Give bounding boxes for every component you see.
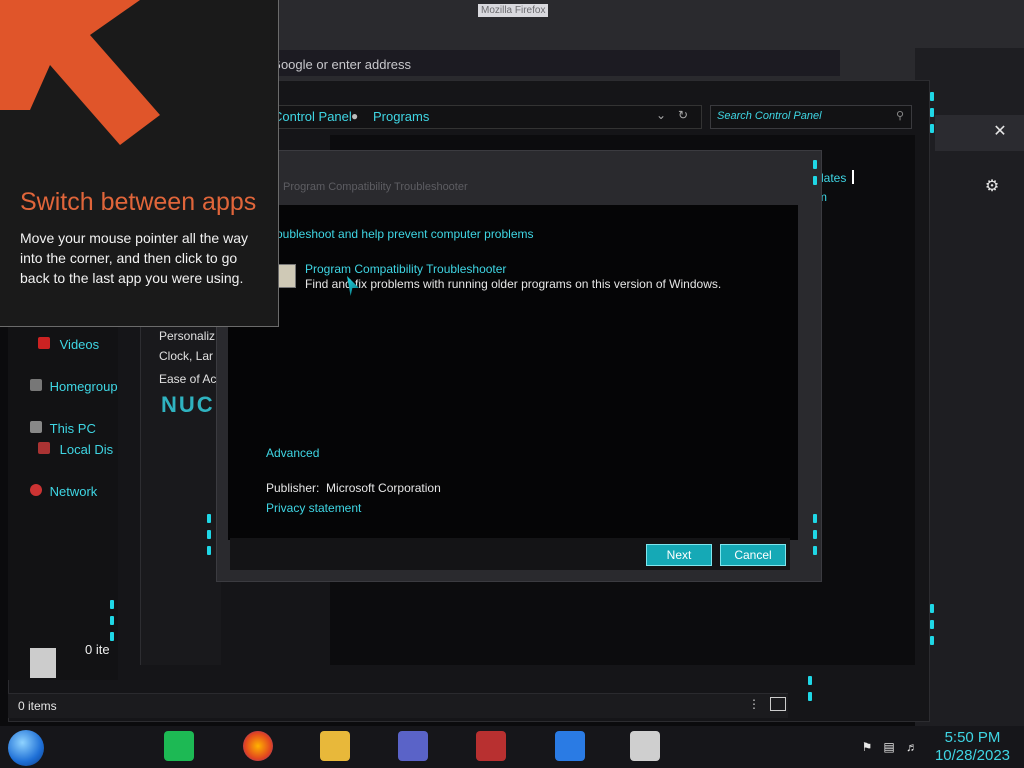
corner-arrow-icon [0, 0, 160, 145]
nav-label-network: Network [49, 484, 98, 499]
dialog-title: Program Compatibility Troubleshooter [283, 181, 468, 193]
neon-accent [813, 160, 817, 169]
nav-item-this-pc[interactable]: This PC [30, 421, 96, 436]
firefox-title: Mozilla Firefox [478, 4, 549, 17]
address-bar-placeholder: n Google or enter address [260, 57, 412, 72]
large-icons-view-icon[interactable] [770, 697, 786, 711]
clock-date[interactable]: 10/28/2023 [925, 747, 1020, 764]
breadcrumb-control-panel[interactable]: Control Panel [273, 109, 352, 124]
neon-accent [207, 530, 211, 539]
drive-icon [38, 442, 50, 454]
neon-accent [110, 616, 114, 625]
nav-item-network[interactable]: Network [30, 484, 97, 499]
category-pane: Personaliz Clock, Lar Ease of Ac NUC [140, 310, 221, 665]
spotify-icon[interactable] [164, 731, 194, 761]
firefox-icon[interactable] [243, 731, 273, 761]
neon-accent [930, 92, 934, 101]
item-count-partial: 0 ite [85, 642, 110, 657]
video-icon [38, 337, 50, 349]
neon-accent [207, 514, 211, 523]
file-explorer-icon[interactable] [320, 731, 350, 761]
neon-accent [813, 530, 817, 539]
troubleshooter-description: Find and fix problems with running older… [305, 277, 722, 291]
breadcrumb-separator-icon: ● [351, 109, 359, 123]
privacy-statement-link[interactable]: Privacy statement [266, 501, 361, 515]
network-icon [30, 484, 42, 496]
status-bar: 0 items ⋮ [8, 693, 788, 718]
computer-icon [30, 421, 42, 433]
publisher-label: Publisher: [266, 481, 320, 495]
tip-title: Switch between apps [20, 188, 257, 216]
dialog-heading: roubleshoot and help prevent computer pr… [272, 227, 534, 241]
troubleshooter-link[interactable]: Program Compatibility Troubleshooter [305, 262, 506, 276]
category-clock[interactable]: Clock, Lar [159, 349, 213, 363]
settings-gear-icon[interactable]: ⚙ [981, 176, 1003, 198]
neon-accent [930, 620, 934, 629]
neon-accent [808, 676, 812, 685]
close-icon[interactable]: ✕ [989, 121, 1011, 143]
nav-label-homegroup: Homegroup [49, 379, 118, 394]
address-breadcrumb[interactable]: Control Panel ● Programs ⌄ ↻ [230, 105, 702, 129]
neon-accent [813, 176, 817, 185]
category-personalization[interactable]: Personaliz [159, 329, 215, 343]
publisher-value: Microsoft Corporation [326, 481, 441, 495]
neon-accent [813, 546, 817, 555]
troubleshooter-icon [278, 264, 296, 288]
neon-accent [930, 108, 934, 117]
search-input[interactable]: Search Control Panel ⚲ [710, 105, 912, 129]
tip-body: Move your mouse pointer all the way into… [20, 230, 248, 286]
nav-item-homegroup[interactable]: Homegroup [30, 379, 118, 394]
breadcrumb-programs[interactable]: Programs [373, 109, 429, 124]
app-icon[interactable] [476, 731, 506, 761]
homegroup-icon [30, 379, 42, 391]
nav-item-local-disk[interactable]: Local Dis [38, 442, 113, 457]
search-placeholder: Search Control Panel [717, 110, 822, 122]
advanced-link[interactable]: Advanced [266, 446, 319, 460]
control-panel-icon[interactable] [398, 731, 428, 761]
refresh-icon[interactable]: ↻ [678, 108, 688, 122]
nav-item-videos[interactable]: Videos [38, 337, 99, 352]
neon-accent [110, 600, 114, 609]
chevron-down-icon[interactable]: ⌄ [656, 108, 666, 122]
nav-label-this-pc: This PC [49, 421, 96, 436]
cancel-button[interactable]: Cancel [720, 544, 786, 566]
neon-accent [808, 692, 812, 701]
nav-label-local-disk: Local Dis [59, 442, 114, 457]
volume-icon[interactable]: ♬ [905, 740, 919, 754]
text-cursor [852, 170, 854, 184]
publisher-info: Publisher: Microsoft Corporation [266, 481, 441, 495]
neon-accent [813, 514, 817, 523]
category-ease-of-access[interactable]: Ease of Ac [159, 372, 216, 386]
nav-label-videos: Videos [59, 337, 100, 352]
clock-time[interactable]: 5:50 PM [925, 729, 1020, 746]
network-tray-icon[interactable]: ▤ [882, 740, 896, 754]
neon-accent [930, 124, 934, 133]
start-button[interactable] [8, 730, 44, 766]
troubleshooter-taskbar-icon[interactable] [630, 731, 660, 761]
nuc-logo-icon: NUC [161, 392, 215, 417]
folder-thumbnail-icon [30, 648, 56, 678]
search-icon: ⚲ [896, 110, 905, 122]
neon-accent [110, 632, 114, 641]
neon-accent [930, 604, 934, 613]
status-item-count: 0 items [18, 699, 57, 713]
next-button[interactable]: Next [646, 544, 712, 566]
flag-icon[interactable]: ⚑ [860, 740, 874, 754]
neon-accent [207, 546, 211, 555]
weather-icon[interactable] [555, 731, 585, 761]
neon-accent [930, 636, 934, 645]
details-view-icon[interactable]: ⋮ [748, 697, 760, 711]
